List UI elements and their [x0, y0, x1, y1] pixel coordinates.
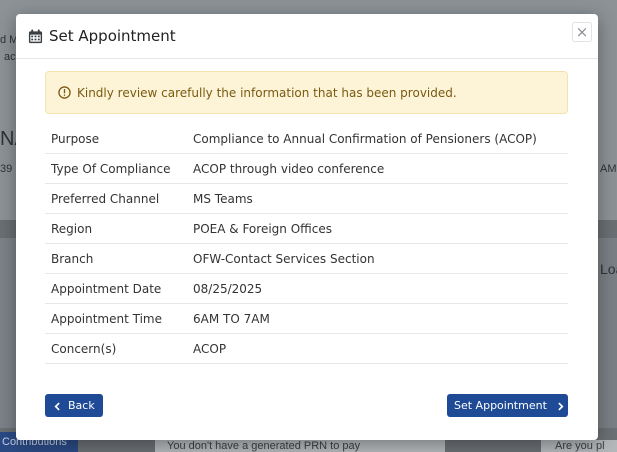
background-text: 39 [0, 163, 13, 175]
chevron-left-icon [53, 401, 62, 411]
background-notice-right: Are you pl [541, 440, 617, 452]
detail-label: Type Of Compliance [51, 161, 171, 176]
detail-label: Branch [51, 251, 94, 266]
modal-header: Set Appointment × [16, 14, 598, 59]
detail-value: Compliance to Annual Confirmation of Pen… [193, 131, 537, 146]
exclamation-circle-icon [58, 86, 71, 99]
calendar-icon [28, 28, 43, 44]
detail-row-region: Region POEA & Foreign Offices [45, 214, 568, 244]
detail-row-appointment-time: Appointment Time 6AM TO 7AM [45, 304, 568, 334]
close-button[interactable]: × [572, 22, 592, 42]
set-appointment-button[interactable]: Set Appointment [447, 394, 568, 417]
detail-row-preferred-channel: Preferred Channel MS Teams [45, 184, 568, 214]
detail-row-concerns: Concern(s) ACOP [45, 334, 568, 364]
detail-label: Preferred Channel [51, 191, 160, 206]
detail-value: 6AM TO 7AM [193, 311, 270, 326]
detail-value: OFW-Contact Services Section [193, 251, 375, 266]
detail-row-appointment-date: Appointment Date 08/25/2025 [45, 274, 568, 304]
modal-title: Set Appointment [49, 27, 176, 45]
back-button[interactable]: Back [45, 394, 103, 417]
background-notice-prn: You don't have a generated PRN to pay [155, 440, 445, 452]
appointment-details: Purpose Compliance to Annual Confirmatio… [45, 124, 568, 364]
background-text: ac [4, 51, 16, 63]
detail-value: ACOP through video conference [193, 161, 385, 176]
detail-row-branch: Branch OFW-Contact Services Section [45, 244, 568, 274]
detail-row-type-of-compliance: Type Of Compliance ACOP through video co… [45, 154, 568, 184]
set-appointment-modal: Set Appointment × Kindly review carefull… [16, 14, 598, 440]
detail-label: Concern(s) [51, 341, 117, 356]
detail-label: Appointment Time [51, 311, 162, 326]
detail-label: Region [51, 221, 93, 236]
set-appointment-button-label: Set Appointment [454, 399, 547, 412]
detail-value: 08/25/2025 [193, 281, 263, 296]
review-alert: Kindly review carefully the information … [45, 71, 568, 114]
detail-value: MS Teams [193, 191, 253, 206]
detail-value: ACOP [193, 341, 227, 356]
alert-text: Kindly review carefully the information … [77, 85, 457, 100]
back-button-label: Back [68, 399, 95, 412]
background-text: Loa [600, 261, 617, 277]
chevron-right-icon [556, 401, 565, 411]
detail-value: POEA & Foreign Offices [193, 221, 332, 236]
detail-label: Purpose [51, 131, 100, 146]
detail-label: Appointment Date [51, 281, 162, 296]
background-text: AM [600, 163, 617, 175]
detail-row-purpose: Purpose Compliance to Annual Confirmatio… [45, 124, 568, 154]
